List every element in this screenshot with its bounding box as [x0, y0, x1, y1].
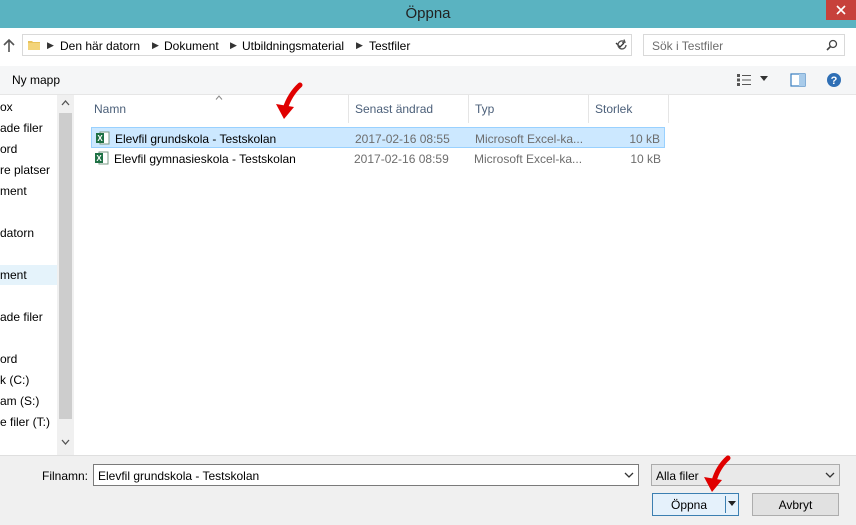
filename-input[interactable]: Elevfil grundskola - Testskolan [93, 464, 639, 486]
column-divider [468, 95, 469, 123]
open-button-label: Öppna [671, 498, 708, 512]
column-header-name[interactable]: Namn [94, 102, 126, 116]
nav-item[interactable]: ox [0, 100, 13, 114]
file-row-selected[interactable]: X Elevfil grundskola - Testskolan 2017-0… [91, 127, 665, 148]
file-list: Namn Senast ändrad Typ Storlek X Elevfil… [75, 95, 856, 455]
breadcrumb-this-pc[interactable]: Den här datorn [60, 39, 140, 53]
search-placeholder: Sök i Testfiler [652, 39, 724, 53]
svg-text:X: X [96, 154, 102, 163]
refresh-button[interactable] [612, 34, 632, 56]
svg-text:X: X [97, 134, 103, 143]
search-icon[interactable] [826, 39, 838, 51]
file-size: 10 kB [630, 152, 661, 166]
nav-scrollbar[interactable] [57, 95, 74, 455]
refresh-icon [617, 39, 627, 50]
file-type-select[interactable]: Alla filer [651, 464, 840, 486]
preview-pane-icon[interactable] [790, 72, 806, 88]
window-title: Öppna [405, 5, 451, 22]
column-header-size[interactable]: Storlek [595, 102, 632, 116]
excel-file-icon: X [95, 151, 109, 165]
file-row[interactable]: X Elevfil gymnasieskola - Testskolan 201… [91, 148, 665, 169]
file-modified: 2017-02-16 08:59 [354, 152, 449, 166]
column-divider [348, 95, 349, 123]
breadcrumb-separator-icon[interactable]: ▶ [356, 40, 363, 51]
svg-text:?: ? [831, 75, 838, 87]
filename-label: Filnamn: [42, 469, 89, 483]
nav-item-selected[interactable]: ment [0, 265, 57, 285]
nav-item[interactable]: k (C:) [0, 373, 29, 387]
chevron-down-icon[interactable] [624, 472, 634, 479]
file-type: Microsoft Excel-ka... [475, 132, 584, 146]
close-icon [836, 5, 846, 15]
nav-item[interactable]: ord [0, 142, 17, 156]
breadcrumb-documents[interactable]: Dokument [164, 39, 219, 53]
caret-down-icon[interactable] [728, 501, 736, 507]
scroll-up-icon[interactable] [61, 100, 70, 106]
column-divider [588, 95, 589, 123]
nav-item[interactable]: ade filer [0, 121, 43, 135]
open-button[interactable]: Öppna [652, 493, 739, 516]
nav-item[interactable]: ord [0, 352, 17, 366]
breadcrumb-separator-icon[interactable]: ▶ [152, 40, 159, 51]
file-name: Elevfil gymnasieskola - Testskolan [114, 152, 296, 166]
column-divider [668, 95, 669, 123]
cancel-button[interactable]: Avbryt [752, 493, 839, 516]
filename-value: Elevfil grundskola - Testskolan [98, 469, 260, 483]
new-folder-button[interactable]: Ny mapp [12, 73, 60, 87]
nav-item[interactable]: am (S:) [0, 394, 39, 408]
address-bar[interactable]: ▶ Den här datorn ▶ Dokument ▶ Utbildning… [22, 34, 632, 56]
view-options-icon[interactable] [736, 73, 752, 87]
nav-item[interactable]: ade filer [0, 310, 43, 324]
title-bar: Öppna [0, 0, 856, 28]
file-type: Microsoft Excel-ka... [474, 152, 583, 166]
help-icon[interactable]: ? [826, 72, 842, 88]
nav-item[interactable]: ment [0, 184, 27, 198]
annotation-arrow-icon [276, 82, 303, 119]
file-modified: 2017-02-16 08:55 [355, 132, 450, 146]
breadcrumb-separator-icon[interactable]: ▶ [230, 40, 237, 51]
chevron-down-icon[interactable] [825, 472, 835, 479]
file-name: Elevfil grundskola - Testskolan [115, 132, 277, 146]
up-arrow-icon[interactable] [2, 38, 16, 54]
breadcrumb-training-material[interactable]: Utbildningsmaterial [242, 39, 344, 53]
nav-item[interactable]: re platser [0, 163, 50, 177]
breadcrumb-separator-icon[interactable]: ▶ [47, 40, 54, 51]
scroll-thumb[interactable] [59, 113, 72, 419]
column-header-type[interactable]: Typ [475, 102, 494, 116]
caret-down-icon[interactable] [760, 76, 768, 82]
annotation-arrow-icon [704, 455, 731, 492]
split-divider [725, 496, 726, 513]
command-toolbar: Ny mapp ? [0, 66, 856, 95]
nav-item[interactable]: datorn [0, 226, 34, 240]
nav-item[interactable]: e filer (T:) [0, 415, 50, 429]
file-size: 10 kB [629, 132, 660, 146]
sort-ascending-icon [215, 95, 223, 100]
close-button[interactable] [826, 0, 856, 20]
column-header-modified[interactable]: Senast ändrad [355, 102, 433, 116]
scroll-down-icon[interactable] [61, 439, 70, 445]
cancel-button-label: Avbryt [778, 498, 813, 512]
file-type-value: Alla filer [656, 469, 699, 483]
breadcrumb-test-files[interactable]: Testfiler [369, 39, 410, 53]
excel-file-icon: X [96, 131, 110, 145]
folder-icon [28, 41, 40, 50]
search-box[interactable]: Sök i Testfiler [643, 34, 845, 56]
